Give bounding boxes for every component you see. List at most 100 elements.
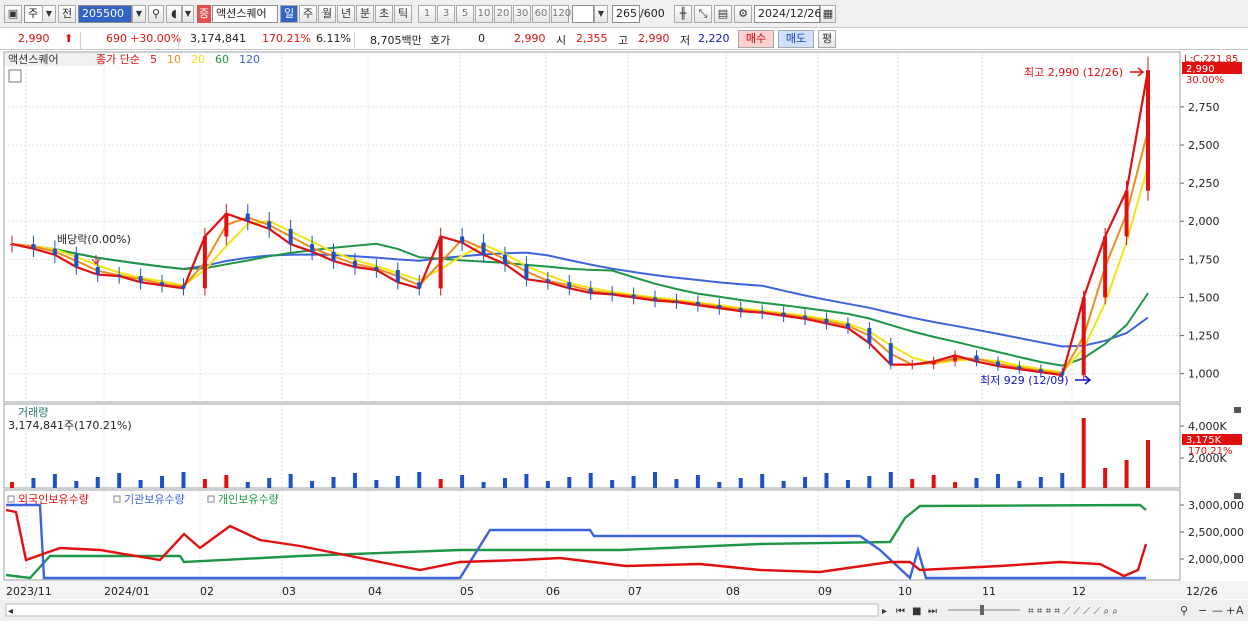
candle-body xyxy=(1081,297,1086,376)
candle-body xyxy=(738,308,743,312)
type-selector[interactable]: 주 xyxy=(24,5,44,23)
stop-icon[interactable]: ■ xyxy=(912,606,921,617)
speaker-icon[interactable]: ◖ xyxy=(166,5,182,23)
chart-area[interactable]: 액션스퀘어 종가 단순 5 10 20 60 120 L:C:221.85 2,990 … xyxy=(0,50,1248,621)
toolbar: ▣ 주 ▼ 전 205500 ▼ ⚲ ◖ ▼ 증 액션스퀘어 일주월년분초틱 1… xyxy=(0,0,1248,28)
candle-body xyxy=(160,282,165,286)
calendar-icon[interactable]: ▦ xyxy=(820,5,836,23)
volume-bar xyxy=(545,481,550,488)
range-tab-20[interactable]: 20 xyxy=(494,5,512,23)
count-input[interactable]: 265 xyxy=(612,5,640,23)
zoom-slider-handle[interactable] xyxy=(980,605,984,615)
date-input[interactable]: 2024/12/26 xyxy=(754,5,821,23)
period-tab-6[interactable]: 틱 xyxy=(394,5,412,23)
search-icon[interactable]: ⚲ xyxy=(148,5,164,23)
zoom-search-icon[interactable]: ⚲ xyxy=(1180,604,1188,617)
zoom-line-icon[interactable]: — xyxy=(1212,604,1223,617)
speaker-dropdown-icon[interactable]: ▼ xyxy=(182,5,194,23)
prev-button[interactable]: 전 xyxy=(58,5,76,23)
candle-body xyxy=(803,315,808,319)
volume-bar xyxy=(310,481,315,488)
volume-value: 3,174,841 xyxy=(190,32,246,45)
current-price: 2,990 xyxy=(18,32,50,45)
candle-icon[interactable]: ╫ xyxy=(674,5,692,23)
period-tab-5[interactable]: 초 xyxy=(375,5,393,23)
volume-pct-label: 170.21% xyxy=(1188,446,1233,457)
scroll-left-icon[interactable]: ◂ xyxy=(8,606,13,617)
candle-body xyxy=(224,213,229,237)
range-tab-10[interactable]: 10 xyxy=(475,5,493,23)
volume-bar xyxy=(953,482,958,488)
average-button[interactable]: 평 xyxy=(818,30,836,48)
period-tab-2[interactable]: 월 xyxy=(318,5,336,23)
volume-bar xyxy=(202,479,207,488)
period-tab-4[interactable]: 분 xyxy=(356,5,374,23)
x-label-2: 02 xyxy=(200,585,214,598)
ma-legend-20: 20 xyxy=(191,53,205,66)
rewind-icon[interactable]: ⏮ xyxy=(896,606,905,617)
buy-button[interactable]: 매수 xyxy=(738,30,774,48)
x-label-10: 10 xyxy=(898,585,912,598)
drawing-tools-icon[interactable]: ⌗ ⌗ ⌗ ⌗ ⟋ ⟋ ⟋ ⟋ ⌕ ⌕ xyxy=(1028,606,1118,617)
candle-body xyxy=(181,285,186,289)
range-tab-3[interactable]: 3 xyxy=(437,5,455,23)
forward-icon[interactable]: ⏭ xyxy=(928,606,937,617)
period-tab-0[interactable]: 일 xyxy=(280,5,298,23)
volume-bar xyxy=(181,472,186,488)
volume-bar xyxy=(374,480,379,488)
volume-bar xyxy=(760,474,765,488)
volume-bar xyxy=(288,474,293,488)
holder-close-icon[interactable] xyxy=(1234,493,1241,499)
sell-button[interactable]: 매도 xyxy=(778,30,814,48)
stock-badge: 증 xyxy=(197,5,211,23)
volume-bar xyxy=(438,479,443,488)
max-price-note: 최고 2,990 (12/26) xyxy=(1024,66,1123,79)
chart-canvas[interactable]: 액션스퀘어 종가 단순 5 10 20 60 120 L:C:221.85 2,990 … xyxy=(0,50,1248,621)
range-tab-1[interactable]: 1 xyxy=(418,5,436,23)
low-label: 저 xyxy=(680,34,691,47)
type-dropdown-icon[interactable]: ▼ xyxy=(42,5,56,23)
horizontal-scrollbar[interactable] xyxy=(5,603,879,617)
window-menu-icon[interactable]: ▣ xyxy=(4,5,22,23)
zoom-out-icon[interactable]: − xyxy=(1198,604,1207,617)
code-dropdown-icon[interactable]: ▼ xyxy=(132,5,146,23)
range-tab-60[interactable]: 60 xyxy=(532,5,550,23)
volume-bar xyxy=(738,478,743,488)
range-tab-30[interactable]: 30 xyxy=(513,5,531,23)
scroll-right-icon[interactable]: ▸ xyxy=(882,606,887,617)
crosshair-icon[interactable]: ⤡ xyxy=(694,5,712,23)
font-size-icon[interactable]: A xyxy=(1236,604,1244,617)
volume-bar xyxy=(674,479,679,488)
range-tab-5[interactable]: 5 xyxy=(456,5,474,23)
chart-type-dropdown-icon[interactable]: ▼ xyxy=(594,5,608,23)
range-tab-120[interactable]: 120 xyxy=(551,5,571,23)
candle-body xyxy=(545,279,550,283)
volume-bar xyxy=(845,480,850,488)
zoom-in-icon[interactable]: + xyxy=(1226,604,1235,617)
candle-body xyxy=(267,221,272,229)
volume-bar xyxy=(888,472,893,488)
grid-toggle-icon[interactable] xyxy=(8,69,22,83)
gear-icon[interactable]: ⚙ xyxy=(734,5,752,23)
chart-type-box[interactable] xyxy=(572,5,594,23)
candle-body xyxy=(374,266,379,271)
period-tab-3[interactable]: 년 xyxy=(337,5,355,23)
candle-body xyxy=(1146,70,1150,191)
candle-body xyxy=(1124,190,1129,237)
volume-bar xyxy=(717,482,722,488)
volume-bar xyxy=(1038,477,1043,488)
volume-bar xyxy=(117,473,122,488)
price-tick-4: 1,750 xyxy=(1188,253,1220,266)
volume-bar xyxy=(267,478,272,488)
save-icon[interactable]: ▤ xyxy=(714,5,732,23)
holder-legend-2: 개인보유수량 xyxy=(218,493,279,506)
stock-code-input[interactable]: 205500 xyxy=(78,5,132,23)
volume-bar xyxy=(995,474,1000,488)
period-tab-1[interactable]: 주 xyxy=(299,5,317,23)
volume-bar xyxy=(1146,440,1150,488)
volume-close-icon[interactable] xyxy=(1234,407,1241,413)
volume-bar xyxy=(160,476,165,488)
candle-body xyxy=(631,294,636,298)
volume-bar xyxy=(395,476,400,488)
volume-bar xyxy=(1060,473,1065,488)
